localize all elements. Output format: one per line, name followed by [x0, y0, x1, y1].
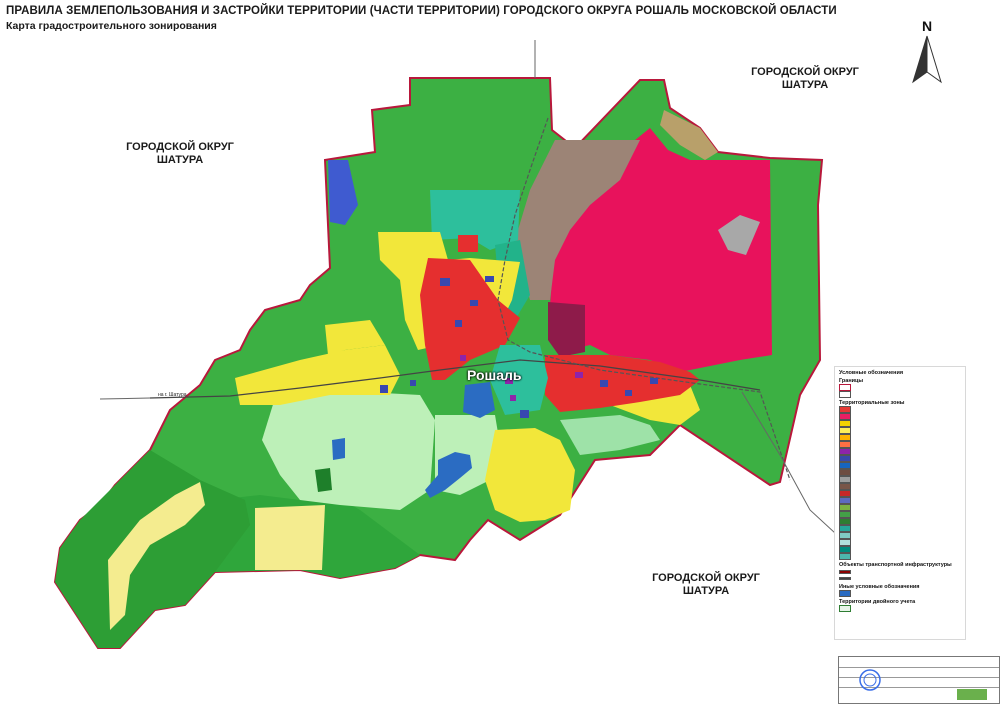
legend-other-row	[839, 590, 963, 597]
north-arrow-icon	[912, 35, 942, 84]
legend-zone-row	[839, 448, 963, 455]
region-se-line2: ШАТУРА	[682, 585, 730, 597]
legend-zone-row	[839, 413, 963, 420]
legend-zone-swatch	[839, 511, 851, 518]
legend-zone-row	[839, 434, 963, 441]
legend-zone-row	[839, 497, 963, 504]
legend-zone-swatch	[839, 413, 851, 420]
region-label-west: ГОРОДСКОЙ ОКРУГ ШАТУРА	[110, 141, 250, 167]
road-west-ext	[99, 397, 151, 400]
legend-zone-row	[839, 476, 963, 483]
legend-zone-row	[839, 455, 963, 462]
lake-west	[332, 438, 345, 460]
legend-zone-row	[839, 532, 963, 539]
legend-zone-row	[839, 462, 963, 469]
legend-zone-swatch	[839, 518, 851, 525]
road-label-west: на г. Шатура	[158, 392, 187, 398]
legend-transport-row	[839, 575, 963, 582]
legend-border-row	[839, 391, 963, 398]
legend-zone-swatch	[839, 441, 851, 448]
legend-zone-row	[839, 518, 963, 525]
legend-zone-swatch	[839, 476, 851, 483]
legend-transport-row	[839, 568, 963, 575]
legend-zone-swatch	[839, 532, 851, 539]
legend-zone-swatch	[839, 539, 851, 546]
legend-zone-row	[839, 441, 963, 448]
map-legend: Условные обозначения Границы Территориал…	[834, 366, 966, 640]
north-arrow: N	[905, 18, 949, 88]
legend-zone-row	[839, 504, 963, 511]
legend-zone-swatch	[839, 546, 851, 553]
business-zone-n	[458, 235, 478, 252]
legend-zone-row	[839, 406, 963, 413]
legend-zone-swatch	[839, 462, 851, 469]
legend-zone-swatch	[839, 420, 851, 427]
city-name: Рошаль	[467, 367, 522, 383]
region-west-line1: ГОРОДСКОЙ ОКРУГ	[126, 141, 234, 153]
logo-badge	[957, 689, 987, 700]
forest-patch-s	[315, 468, 332, 492]
legend-zone-swatch	[839, 469, 851, 476]
legend-zone-list	[839, 406, 963, 560]
legend-zone-row	[839, 511, 963, 518]
legend-zone-row	[839, 490, 963, 497]
legend-section-transport: Объекты транспортной инфраструктуры	[839, 562, 952, 568]
legend-zone-row	[839, 546, 963, 553]
legend-zone-row	[839, 483, 963, 490]
legend-zone-swatch	[839, 434, 851, 441]
region-west-line2: ШАТУРА	[156, 154, 204, 166]
legend-zone-swatch	[839, 483, 851, 490]
legend-zone-swatch	[839, 525, 851, 532]
legend-title: Условные обозначения	[839, 370, 904, 376]
legend-border-row	[839, 384, 963, 391]
approval-seal-icon	[859, 669, 881, 691]
legend-zone-swatch	[839, 448, 851, 455]
region-ne-line1: ГОРОДСКОЙ ОКРУГ	[751, 66, 859, 78]
region-label-northeast: ГОРОДСКОЙ ОКРУГ ШАТУРА	[735, 66, 875, 92]
legend-zone-row	[839, 525, 963, 532]
legend-zone-row	[839, 469, 963, 476]
residential-zone-sw2	[255, 505, 325, 570]
region-ne-line2: ШАТУРА	[781, 79, 829, 91]
legend-zone-swatch	[839, 406, 851, 413]
legend-zone-swatch	[839, 427, 851, 434]
legend-zone-row	[839, 553, 963, 560]
legend-zone-swatch	[839, 490, 851, 497]
title-block-stamp	[838, 656, 1000, 704]
legend-zone-swatch	[839, 553, 851, 560]
region-se-line1: ГОРОДСКОЙ ОКРУГ	[652, 572, 760, 584]
legend-zone-row	[839, 420, 963, 427]
legend-territory-row	[839, 605, 963, 612]
legend-zone-row	[839, 427, 963, 434]
region-label-southeast: ГОРОДСКОЙ ОКРУГ ШАТУРА	[636, 572, 776, 598]
legend-zone-swatch	[839, 497, 851, 504]
legend-zone-swatch	[839, 455, 851, 462]
legend-zone-swatch	[839, 504, 851, 511]
legend-zone-row	[839, 539, 963, 546]
